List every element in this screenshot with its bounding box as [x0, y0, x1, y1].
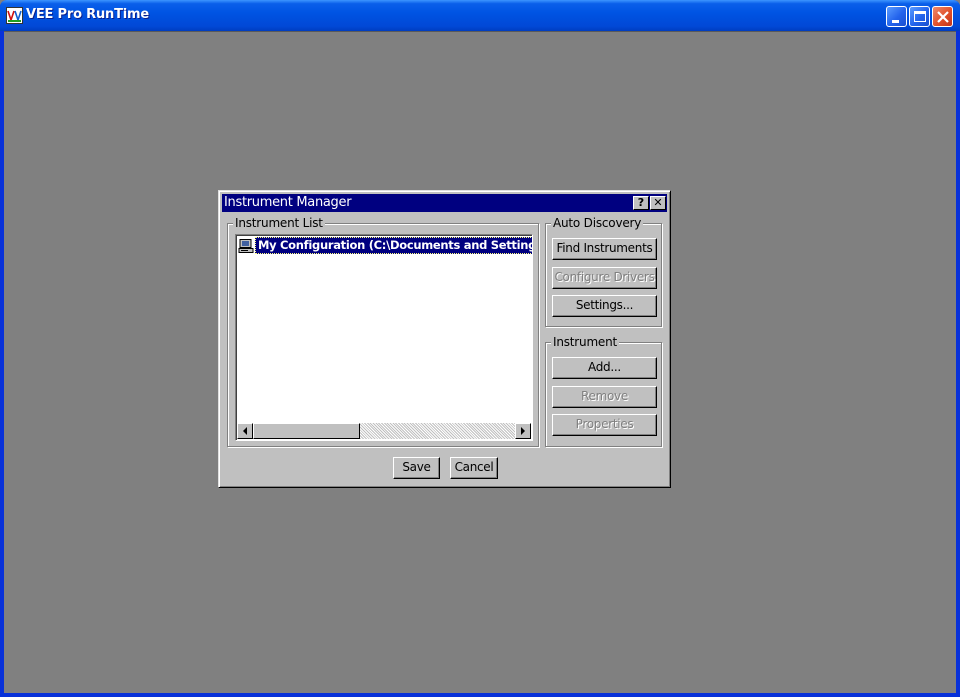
- dialog-titlebar[interactable]: Instrument Manager ? ✕: [222, 194, 667, 212]
- scroll-right-button[interactable]: [515, 423, 531, 439]
- settings-button[interactable]: Settings...: [552, 295, 657, 317]
- maximize-button[interactable]: [909, 6, 930, 27]
- minimize-button[interactable]: [886, 6, 907, 27]
- configuration-icon: [238, 238, 254, 254]
- minimize-icon: [892, 20, 899, 23]
- vee-app-icon[interactable]: [6, 7, 23, 24]
- instrument-list-group: Instrument List My Configuration (C:\Doc…: [227, 216, 539, 447]
- remove-button[interactable]: Remove: [552, 386, 657, 408]
- close-icon: ✕: [653, 196, 663, 209]
- auto-discovery-group: Auto Discovery Find Instruments Configur…: [545, 216, 662, 327]
- instrument-group: Instrument Add... Remove Properties: [545, 335, 662, 447]
- instrument-manager-dialog: Instrument Manager ? ✕ Instrument List M…: [218, 190, 671, 488]
- dialog-help-button[interactable]: ?: [633, 196, 649, 210]
- dialog-title: Instrument Manager: [224, 195, 352, 210]
- help-icon: ?: [637, 196, 645, 209]
- cancel-button[interactable]: Cancel: [450, 457, 498, 479]
- list-item[interactable]: My Configuration (C:\Documents and Setti…: [236, 237, 532, 255]
- app-titlebar[interactable]: VEE Pro RunTime: [0, 0, 960, 31]
- configure-drivers-button[interactable]: Configure Drivers: [552, 267, 657, 289]
- list-item-label: My Configuration (C:\Documents and Setti…: [255, 237, 532, 254]
- horizontal-scrollbar[interactable]: [237, 423, 531, 439]
- instrument-listbox[interactable]: My Configuration (C:\Documents and Setti…: [235, 234, 533, 441]
- maximize-icon: [914, 11, 926, 22]
- instrument-list-label: Instrument List: [233, 216, 325, 230]
- scroll-left-button[interactable]: [237, 423, 253, 439]
- app-window: VEE Pro RunTime Instrument Manager ? ✕ I…: [0, 0, 960, 697]
- app-title: VEE Pro RunTime: [26, 7, 149, 22]
- properties-button[interactable]: Properties: [552, 414, 657, 436]
- save-button[interactable]: Save: [393, 457, 440, 479]
- dialog-close-button[interactable]: ✕: [650, 196, 666, 210]
- close-button[interactable]: [932, 6, 953, 27]
- arrow-right-icon: [521, 427, 525, 435]
- auto-discovery-label: Auto Discovery: [551, 216, 644, 230]
- instrument-label: Instrument: [551, 335, 620, 349]
- add-button[interactable]: Add...: [552, 357, 657, 379]
- close-icon: [937, 11, 949, 23]
- arrow-left-icon: [243, 427, 247, 435]
- find-instruments-button[interactable]: Find Instruments: [552, 238, 657, 260]
- scrollbar-thumb[interactable]: [253, 423, 360, 439]
